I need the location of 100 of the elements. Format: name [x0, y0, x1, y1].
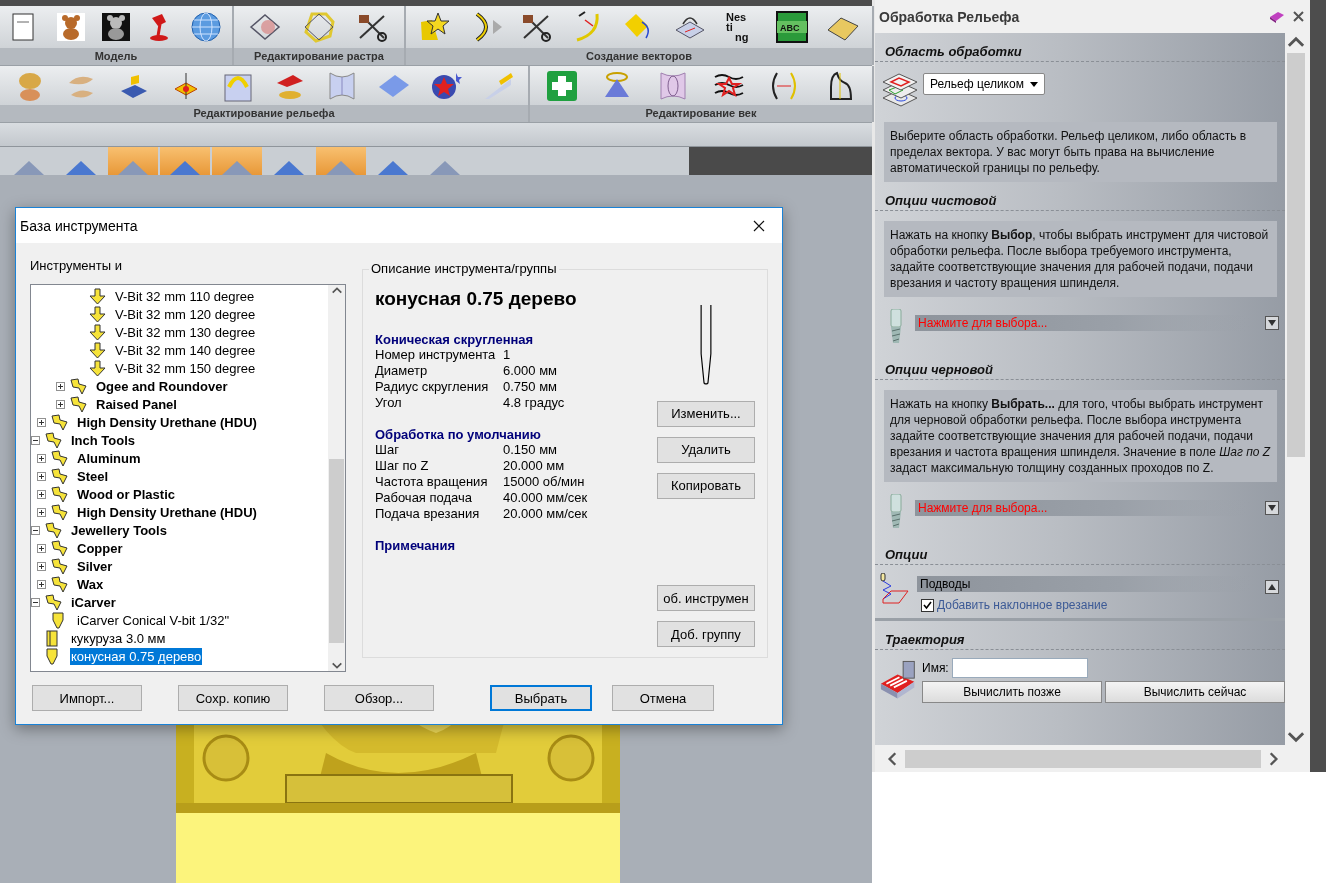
panel-title: Обработка Рельефа	[879, 8, 1021, 25]
tree-item[interactable]: iCarver	[70, 593, 117, 611]
dialog-button[interactable]: Доб. группу	[657, 621, 755, 647]
section-heading: Область обработки	[885, 43, 1022, 59]
dialog-button[interactable]: Удалить	[657, 436, 755, 463]
tree-item[interactable]: Ogee and Roundover	[95, 377, 229, 395]
tool-folder-icon	[51, 485, 69, 503]
expand-icon[interactable]	[37, 579, 46, 589]
close-icon[interactable]	[1293, 11, 1304, 22]
property-label: Частота вращения	[375, 474, 489, 490]
nesting-icon[interactable]: Nes ti ng	[723, 10, 758, 45]
property-value: 1	[503, 347, 511, 363]
property-label: Подача врезания	[375, 506, 481, 522]
tree-item[interactable]: кукуруза 3.0 мм	[70, 629, 167, 647]
property-value: 4.8 градус	[503, 395, 565, 411]
dialog-button[interactable]: Импорт...	[32, 685, 142, 711]
octagon-icon[interactable]	[302, 10, 336, 45]
triangle-up-icon	[1268, 583, 1276, 591]
tree-item[interactable]: iCarver Conical V-bit 1/32"	[76, 611, 230, 629]
cone-cutter-icon	[51, 611, 65, 629]
expand-icon[interactable]	[37, 453, 46, 463]
triangle-down-icon	[1268, 319, 1276, 327]
tool-folder-icon	[45, 431, 63, 449]
end-mill-icon	[889, 309, 903, 345]
tree-item[interactable]: Steel	[76, 467, 110, 485]
tree-label: Инструменты и	[30, 257, 123, 275]
dialog-button[interactable]: Сохр. копию	[178, 685, 288, 711]
tree-item[interactable]: High Density Urethane (HDU)	[76, 413, 258, 431]
checkmark-icon	[923, 600, 932, 610]
tree-item[interactable]: Inch Tools	[70, 431, 137, 449]
tree-item[interactable]: конусная 0.75 дерево	[70, 647, 203, 665]
tree-item[interactable]: V-Bit 32 mm 120 degree	[114, 305, 257, 323]
dialog-button[interactable]: об. инструмен	[657, 585, 755, 611]
tool-folder-icon	[51, 503, 69, 521]
abc-grid-icon[interactable]: ABC	[774, 10, 809, 45]
tree-item[interactable]: Wood or Plastic	[76, 485, 176, 503]
triangle-down-icon	[1268, 504, 1276, 512]
dropdown-button[interactable]	[1265, 316, 1279, 330]
expand-icon[interactable]	[37, 489, 46, 499]
expand-icon[interactable]	[37, 507, 46, 517]
tool-title: конусная 0.75 дерево	[375, 288, 578, 310]
property-label: Шаг	[375, 442, 400, 458]
help-text: Выберите область обработки. Рельеф целиком, либо область в пределах вектора. У вас могут быть права на вычисление автоматической границы по рельефу.	[884, 122, 1277, 182]
calculate-button[interactable]: Вычислить сейчас	[1105, 681, 1285, 703]
dropdown-button[interactable]	[1265, 501, 1279, 515]
dialog-button[interactable]: Обзор...	[324, 685, 434, 711]
property-label: Номер инструмента	[375, 347, 497, 363]
section-heading: Опции черновой	[885, 361, 993, 377]
calculate-button[interactable]: Вычислить позже	[922, 681, 1102, 703]
collapse-icon[interactable]	[31, 597, 40, 607]
toolbar-group-label: Редактирование век	[530, 105, 872, 123]
expand-icon[interactable]	[37, 561, 46, 571]
expand-icon[interactable]	[37, 417, 46, 427]
scrollbar-thumb[interactable]	[329, 459, 344, 643]
help-text: Нажать на кнопку Выбор, чтобы выбрать инструмент для чистовой обработки рельефа. После выбора требуемого инструмента, задайте соответствующие значения для рабочей подачи, подачи врезания и частоту вращения шпинделя.	[884, 221, 1277, 297]
tree-item[interactable]: High Density Urethane (HDU)	[76, 503, 258, 521]
tree-item[interactable]: V-Bit 32 mm 130 degree	[114, 323, 257, 341]
tree-item[interactable]: V-Bit 32 mm 140 degree	[114, 341, 257, 359]
dialog-button[interactable]: Изменить...	[657, 400, 755, 427]
property-label: Рабочая подача	[375, 490, 474, 506]
tool-folder-icon	[70, 377, 88, 395]
dialog-button[interactable]: Копировать	[657, 472, 755, 499]
tool-folder-icon	[70, 395, 88, 413]
property-value: 0.750 мм	[503, 379, 558, 395]
collapse-button[interactable]	[1265, 580, 1279, 594]
collapse-icon[interactable]	[31, 435, 40, 445]
cutter-icon	[89, 359, 107, 377]
tree-item[interactable]: Silver	[76, 557, 114, 575]
help-text: Нажать на кнопку Выбрать... для того, чтобы выбрать инструмент для черновой обработки рельефа. После выбора инструмента задайте соответствующие значения для рабочей подачи, подачи врезания и частота вращения шпинделя. Значение в поле Шаг по Z задаст максимальную толщину созданных проходов по Z.	[884, 390, 1277, 482]
book-icon[interactable]	[1269, 10, 1285, 23]
expand-icon[interactable]	[37, 471, 46, 481]
plus-icon[interactable]	[544, 68, 579, 103]
cutter-icon	[89, 323, 107, 341]
tree-item[interactable]: Aluminum	[76, 449, 142, 467]
dialog-button[interactable]: Отмена	[612, 685, 714, 711]
collapse-icon[interactable]	[31, 525, 40, 535]
property-label: Шаг по Z	[375, 458, 430, 474]
area-dropdown[interactable]: Рельеф целиком	[923, 73, 1045, 95]
property-value: 20.000 мм	[503, 458, 565, 474]
tree-item[interactable]: Raised Panel	[95, 395, 178, 413]
close-icon	[753, 219, 765, 232]
tree-item[interactable]: V-Bit 32 mm 150 degree	[114, 359, 257, 377]
name-field[interactable]	[951, 658, 1088, 678]
default-button[interactable]: Выбрать	[490, 685, 592, 711]
scrollbar-thumb[interactable]	[1287, 53, 1305, 457]
globe-icon[interactable]	[188, 10, 223, 45]
caret-icon	[1029, 81, 1038, 87]
expand-icon[interactable]	[56, 399, 65, 409]
property-value: 0.150 мм	[503, 442, 558, 458]
tree-item[interactable]: V-Bit 32 mm 110 degree	[114, 287, 256, 305]
property-value: 15000 об/мин	[503, 474, 585, 490]
cylinder-cutter-icon	[45, 629, 59, 647]
expand-icon[interactable]	[37, 543, 46, 553]
scrollbar-thumb[interactable]	[905, 750, 1261, 768]
ramp-checkbox[interactable]: Добавить наклонное врезание	[921, 598, 1279, 612]
tree-item[interactable]: Wax	[76, 575, 105, 593]
cone-cutter-icon	[45, 647, 59, 665]
expand-icon[interactable]	[56, 381, 65, 391]
tree-item[interactable]: Jewellery Tools	[70, 521, 168, 539]
tree-item[interactable]: Copper	[76, 539, 124, 557]
